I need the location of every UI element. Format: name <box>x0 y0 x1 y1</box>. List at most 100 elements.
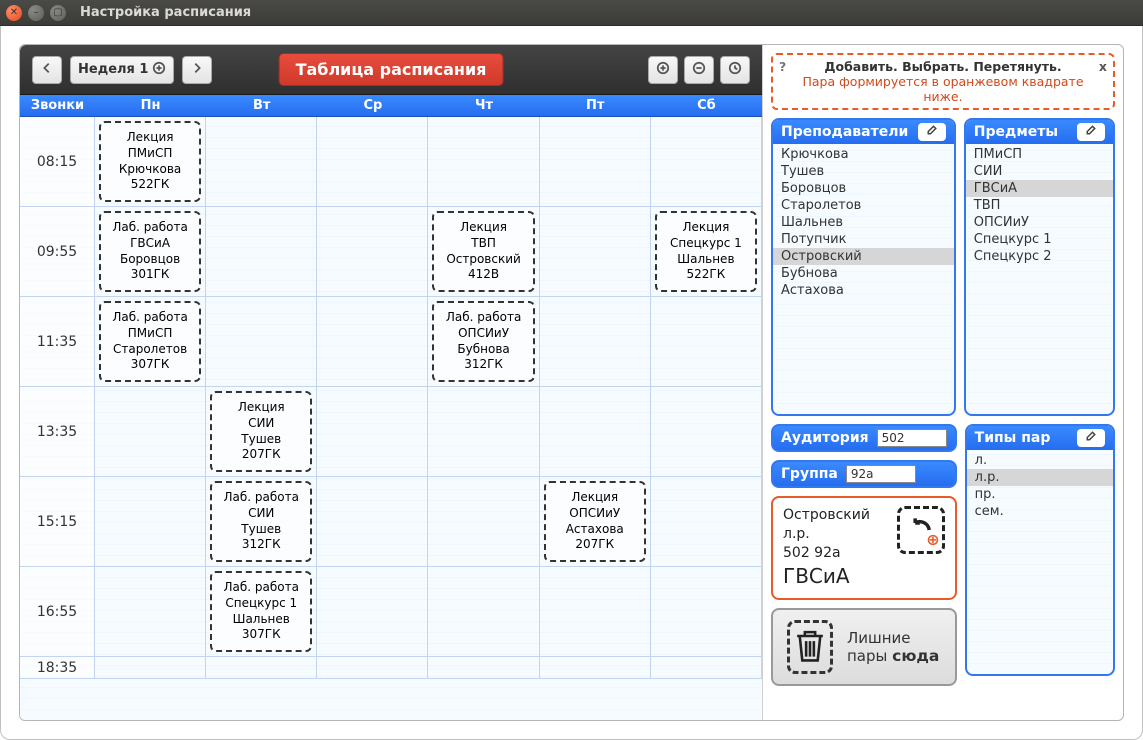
edit-subjects-button[interactable] <box>1077 123 1105 141</box>
edit-types-button[interactable] <box>1077 429 1105 447</box>
schedule-cell[interactable] <box>95 567 206 656</box>
schedule-body[interactable]: 08:15ЛекцияПМиСПКрючкова522ГК09:55Лаб. р… <box>20 117 762 720</box>
lesson-card[interactable]: ЛекцияСпецкурс 1Шальнев522ГК <box>655 211 757 292</box>
schedule-cell[interactable] <box>651 657 762 678</box>
list-item[interactable]: л.р. <box>967 469 1113 486</box>
clock-button[interactable] <box>720 56 750 84</box>
room-input[interactable] <box>877 429 947 447</box>
list-item[interactable]: ОПСИиУ <box>966 214 1113 231</box>
schedule-cell[interactable] <box>651 387 762 476</box>
schedule-cell[interactable] <box>317 477 428 566</box>
lesson-card[interactable]: Лаб. работаОПСИиУБубнова312ГК <box>432 301 534 382</box>
schedule-cell[interactable] <box>317 387 428 476</box>
schedule-cell[interactable] <box>540 297 651 386</box>
types-list[interactable]: л.л.р.пр.сем. <box>967 450 1113 522</box>
schedule-cell[interactable] <box>206 657 317 678</box>
day-header: Чт <box>428 98 539 113</box>
schedule-cell[interactable]: Лаб. работаПМиСПСтаролетов307ГК <box>95 297 206 386</box>
schedule-cell[interactable]: Лаб. работаГВСиАБоровцов301ГК <box>95 207 206 296</box>
schedule-cell[interactable] <box>206 207 317 296</box>
list-item[interactable]: Спецкурс 2 <box>966 248 1113 265</box>
schedule-cell[interactable] <box>428 387 539 476</box>
schedule-cell[interactable]: Лаб. работаСпецкурс 1Шальнев307ГК <box>206 567 317 656</box>
schedule-cell[interactable] <box>206 297 317 386</box>
list-item[interactable]: Островский <box>773 248 954 265</box>
list-item[interactable]: Тушев <box>773 163 954 180</box>
schedule-cell[interactable] <box>428 567 539 656</box>
schedule-row: 09:55Лаб. работаГВСиАБоровцов301ГКЛекция… <box>20 207 762 297</box>
lesson-card[interactable]: Лаб. работаПМиСПСтаролетов307ГК <box>99 301 201 382</box>
schedule-cell[interactable] <box>651 477 762 566</box>
lesson-card[interactable]: ЛекцияТВПОстровский412В <box>432 211 534 292</box>
list-item[interactable]: Бубнова <box>773 265 954 282</box>
week-selector[interactable]: Неделя 1 <box>70 56 174 84</box>
schedule-cell[interactable] <box>95 477 206 566</box>
schedule-cell[interactable] <box>540 567 651 656</box>
window-maximize-button[interactable]: ▢ <box>50 5 66 21</box>
list-item[interactable]: Спецкурс 1 <box>966 231 1113 248</box>
list-item[interactable]: л. <box>967 452 1113 469</box>
lesson-card[interactable]: ЛекцияОПСИиУАстахова207ГК <box>544 481 646 562</box>
schedule-cell[interactable] <box>651 297 762 386</box>
list-item[interactable]: сем. <box>967 503 1113 520</box>
zoom-in-button[interactable] <box>648 56 678 84</box>
list-item[interactable]: Старолетов <box>773 197 954 214</box>
list-item[interactable]: пр. <box>967 486 1113 503</box>
zoom-out-button[interactable] <box>684 56 714 84</box>
lesson-card[interactable]: Лаб. работаГВСиАБоровцов301ГК <box>99 211 201 292</box>
window-close-button[interactable]: ✕ <box>6 5 22 21</box>
lesson-preview[interactable]: Островский л.р. 502 92а ГВСиА ⊕ <box>771 496 957 600</box>
drag-target-icon[interactable]: ⊕ <box>897 506 945 554</box>
schedule-cell[interactable] <box>317 117 428 206</box>
list-item[interactable]: ГВСиА <box>966 180 1113 197</box>
schedule-cell[interactable]: ЛекцияСпецкурс 1Шальнев522ГК <box>651 207 762 296</box>
list-item[interactable]: Потупчик <box>773 231 954 248</box>
schedule-cell[interactable]: Лаб. работаОПСИиУБубнова312ГК <box>428 297 539 386</box>
subjects-list[interactable]: ПМиСПСИИГВСиАТВПОПСИиУСпецкурс 1Спецкурс… <box>966 144 1113 267</box>
schedule-cell[interactable] <box>317 567 428 656</box>
schedule-cell[interactable] <box>95 657 206 678</box>
lesson-card[interactable]: Лаб. работаСИИТушев312ГК <box>210 481 312 562</box>
next-week-button[interactable] <box>182 56 212 84</box>
preview-type: л.р. <box>783 525 889 544</box>
help-icon[interactable]: ? <box>779 59 786 74</box>
list-item[interactable]: Астахова <box>773 282 954 299</box>
schedule-cell[interactable] <box>540 657 651 678</box>
lesson-teacher: Крючкова <box>119 162 181 178</box>
list-item[interactable]: ПМиСП <box>966 146 1113 163</box>
edit-teachers-button[interactable] <box>918 123 946 141</box>
schedule-cell[interactable] <box>540 387 651 476</box>
trash-dropzone[interactable]: Лишние пары сюда <box>771 608 957 686</box>
schedule-cell[interactable] <box>428 117 539 206</box>
list-item[interactable]: СИИ <box>966 163 1113 180</box>
close-hint-button[interactable]: x <box>1099 59 1107 74</box>
schedule-cell[interactable] <box>317 297 428 386</box>
schedule-cell[interactable]: ЛекцияПМиСПКрючкова522ГК <box>95 117 206 206</box>
schedule-cell[interactable] <box>428 657 539 678</box>
list-item[interactable]: ТВП <box>966 197 1113 214</box>
schedule-cell[interactable]: ЛекцияСИИТушев207ГК <box>206 387 317 476</box>
list-item[interactable]: Шальнев <box>773 214 954 231</box>
lesson-room: 301ГК <box>131 267 170 283</box>
schedule-cell[interactable] <box>317 207 428 296</box>
lesson-card[interactable]: ЛекцияПМиСПКрючкова522ГК <box>99 121 201 202</box>
schedule-cell[interactable] <box>95 387 206 476</box>
schedule-cell[interactable] <box>540 117 651 206</box>
schedule-cell[interactable]: Лаб. работаСИИТушев312ГК <box>206 477 317 566</box>
lesson-card[interactable]: ЛекцияСИИТушев207ГК <box>210 391 312 472</box>
schedule-cell[interactable]: ЛекцияТВПОстровский412В <box>428 207 539 296</box>
schedule-cell[interactable] <box>540 207 651 296</box>
list-item[interactable]: Боровцов <box>773 180 954 197</box>
group-input[interactable] <box>846 465 916 483</box>
teachers-list[interactable]: КрючковаТушевБоровцовСтаролетовШальневПо… <box>773 144 954 301</box>
lesson-card[interactable]: Лаб. работаСпецкурс 1Шальнев307ГК <box>210 571 312 652</box>
schedule-cell[interactable] <box>651 117 762 206</box>
list-item[interactable]: Крючкова <box>773 146 954 163</box>
schedule-cell[interactable] <box>651 567 762 656</box>
prev-week-button[interactable] <box>32 56 62 84</box>
window-minimize-button[interactable]: – <box>28 5 44 21</box>
schedule-cell[interactable] <box>428 477 539 566</box>
schedule-cell[interactable]: ЛекцияОПСИиУАстахова207ГК <box>540 477 651 566</box>
schedule-cell[interactable] <box>206 117 317 206</box>
schedule-cell[interactable] <box>317 657 428 678</box>
